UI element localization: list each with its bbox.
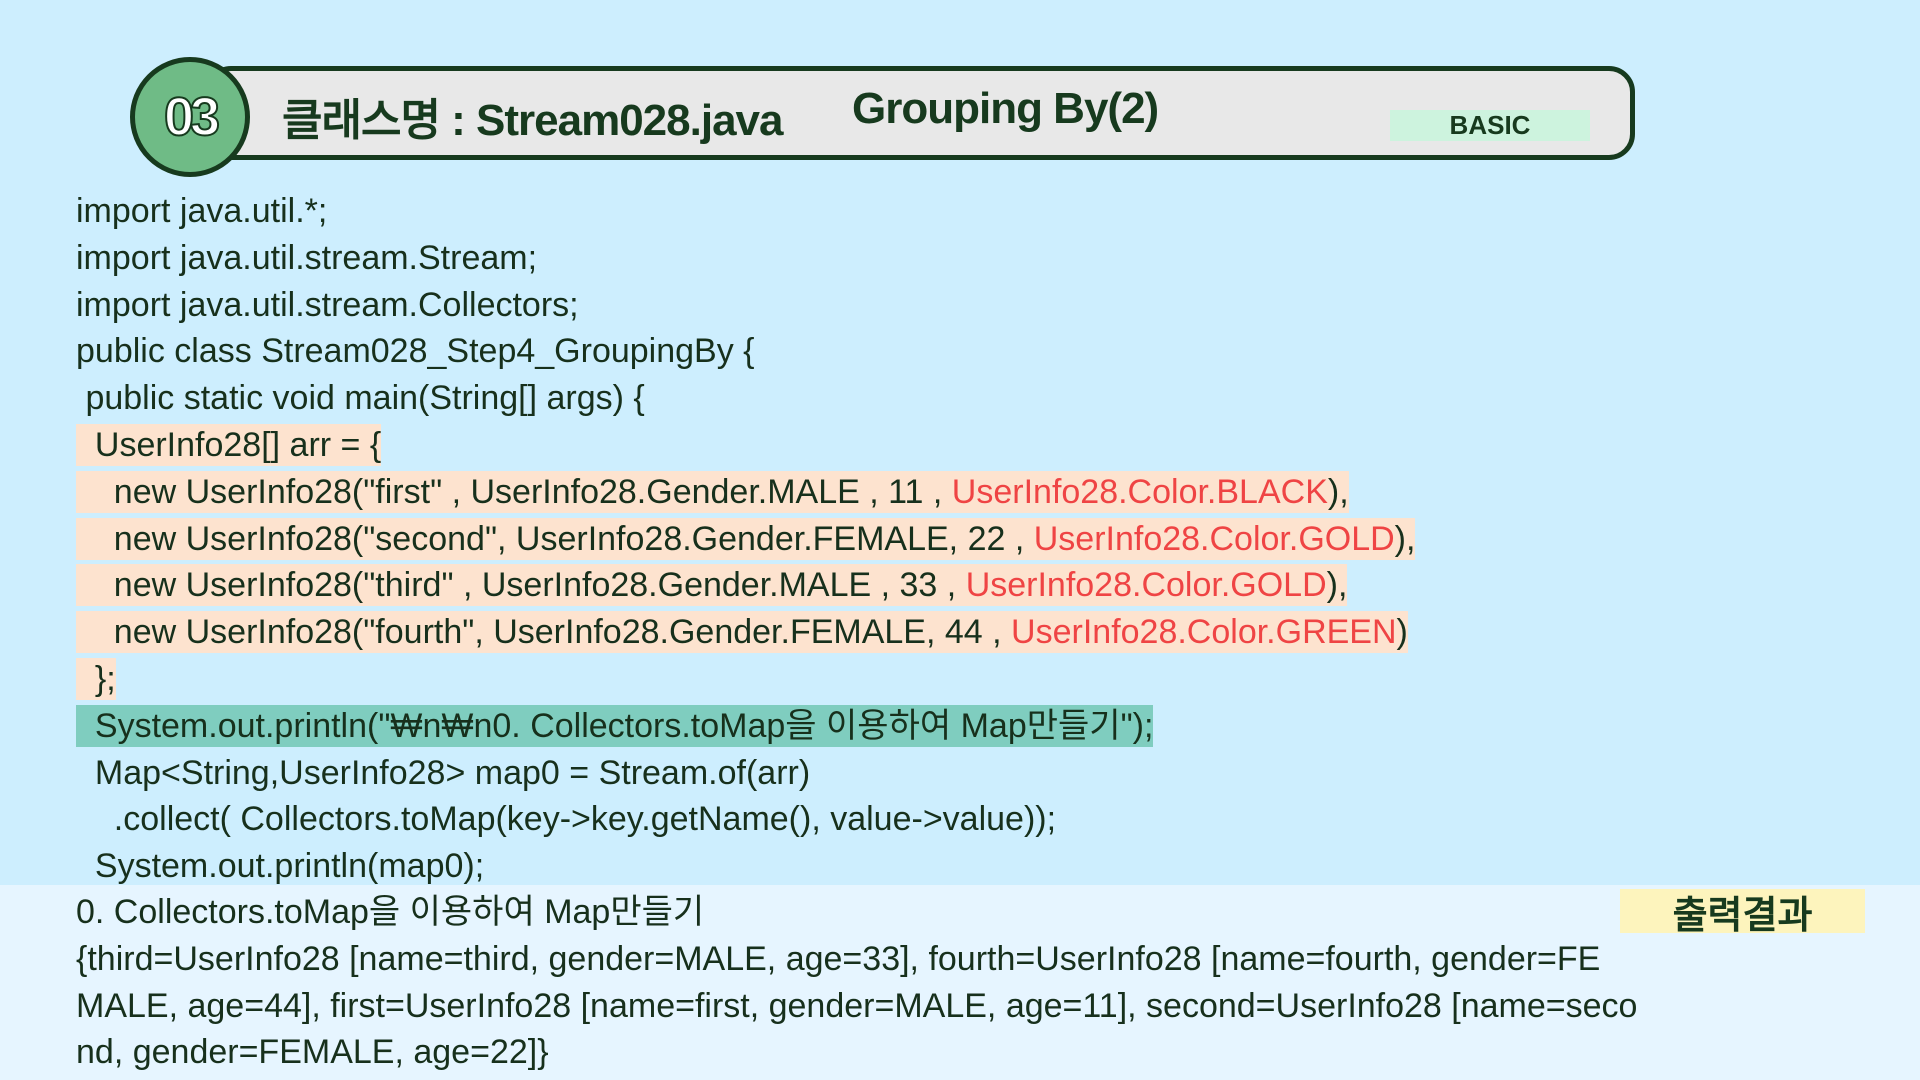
code-tail: ): [1396, 613, 1408, 652]
code-line-highlight: new UserInfo28("second", UserInfo28.Gend…: [76, 517, 1416, 560]
code-line: };: [76, 656, 1415, 703]
code-tail: ),: [1327, 472, 1349, 511]
code-line: public class Stream028_Step4_GroupingBy …: [76, 332, 755, 371]
output-label: 출력결과: [1620, 889, 1865, 937]
code-line: import java.util.*;: [76, 192, 328, 230]
color-enum: UserInfo28.Color.GOLD: [965, 566, 1327, 605]
code-line: new UserInfo28("third" , UserInfo28.Gend…: [76, 562, 1415, 609]
code-line-text: new UserInfo28("first" , UserInfo28.Gend…: [76, 472, 952, 511]
code-line: import java.util.stream.Collectors;: [76, 285, 579, 324]
topic-title: Grouping By(2): [852, 84, 1159, 133]
code-block: import java.util.*; import java.util.str…: [76, 188, 1416, 890]
code-line: new UserInfo28("first" , UserInfo28.Gend…: [76, 469, 1415, 516]
code-line: System.out.println(map0);: [76, 847, 485, 886]
code-line-text: };: [76, 657, 116, 700]
code-line: Map<String,UserInfo28> map0 = Stream.of(…: [76, 753, 811, 792]
output-text: 0. Collectors.toMap을 이용하여 Map만들기 {third=…: [76, 889, 1637, 1076]
code-line: .collect( Collectors.toMap(key->key.getN…: [76, 800, 1057, 839]
code-line-text: new UserInfo28("second", UserInfo28.Gend…: [76, 519, 1034, 558]
code-line: new UserInfo28("fourth", UserInfo28.Gend…: [76, 609, 1415, 656]
code-line: UserInfo28[] arr = {: [76, 422, 1415, 469]
color-enum: UserInfo28.Color.BLACK: [951, 472, 1328, 511]
code-line: public static void main(String[] args) {: [76, 379, 645, 418]
code-line-text: new UserInfo28("third" , UserInfo28.Gend…: [76, 566, 966, 605]
output-line: 0. Collectors.toMap을 이용하여 Map만들기: [76, 893, 705, 931]
code-line-text: System.out.println("₩n₩n0. Collectors.to…: [76, 704, 1154, 747]
color-enum: UserInfo28.Color.GOLD: [1033, 519, 1395, 558]
code-line-text: new UserInfo28("fourth", UserInfo28.Gend…: [76, 613, 1012, 652]
code-line-text: UserInfo28[] arr = {: [76, 423, 382, 466]
class-name-title: 클래스명 : Stream028.java: [282, 96, 783, 145]
level-badge: BASIC: [1390, 110, 1590, 141]
code-line-highlight: new UserInfo28("fourth", UserInfo28.Gend…: [76, 611, 1408, 654]
color-enum: UserInfo28.Color.GREEN: [1011, 613, 1397, 652]
code-line-highlight: new UserInfo28("first" , UserInfo28.Gend…: [76, 470, 1349, 513]
output-line: nd, gender=FEMALE, age=22]}: [76, 1033, 549, 1072]
output-line: MALE, age=44], first=UserInfo28 [name=fi…: [76, 986, 1638, 1025]
code-line: System.out.println("₩n₩n0. Collectors.to…: [76, 703, 1415, 750]
section-number-badge: 03: [130, 57, 250, 177]
code-tail: ),: [1394, 519, 1416, 558]
code-line: import java.util.stream.Stream;: [76, 238, 538, 277]
code-tail: ),: [1326, 566, 1348, 605]
output-line: {third=UserInfo28 [name=third, gender=MA…: [76, 939, 1601, 978]
code-line: new UserInfo28("second", UserInfo28.Gend…: [76, 516, 1416, 563]
code-line-highlight: new UserInfo28("third" , UserInfo28.Gend…: [76, 564, 1348, 607]
